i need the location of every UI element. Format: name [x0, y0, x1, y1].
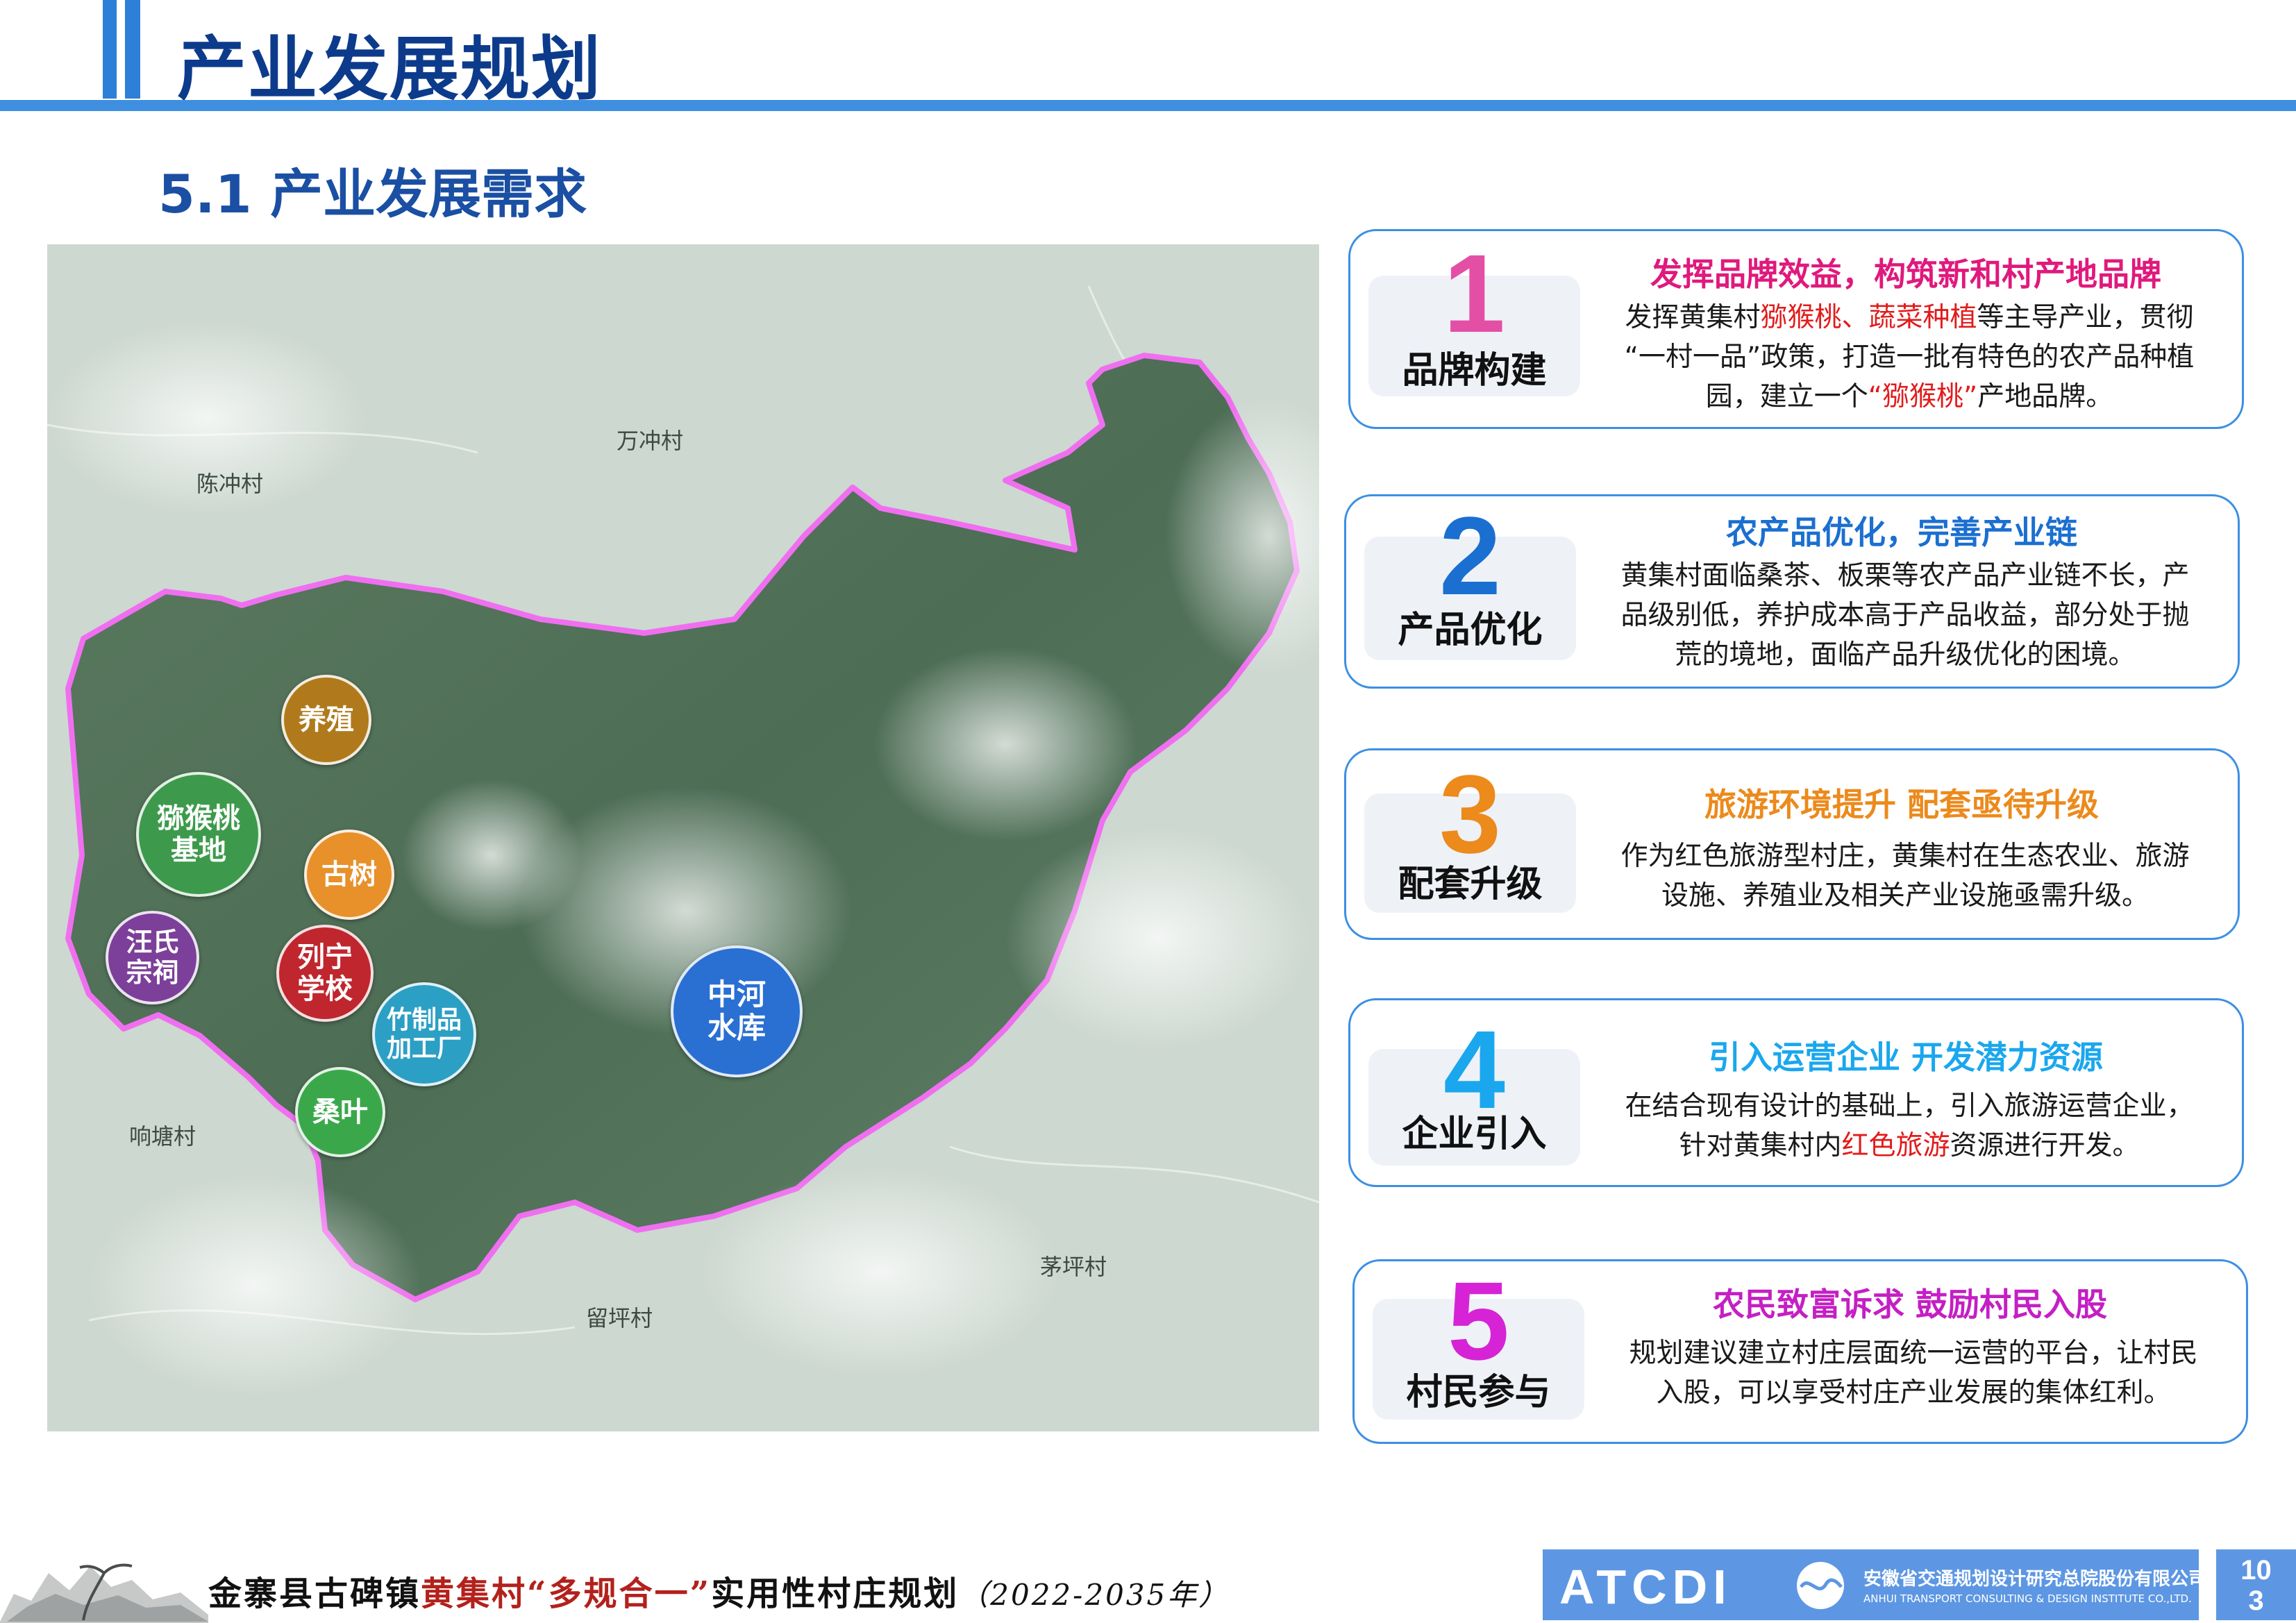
village-label-chenchong: 陈冲村	[196, 471, 264, 497]
card-title: 旅游环境提升 配套亟待升级	[1704, 786, 2099, 823]
poi-bamboo-factory[interactable]: 竹制品 加工厂	[372, 982, 476, 1086]
poi-gushu[interactable]: 古树	[304, 830, 394, 920]
card-title: 发挥品牌效益，构筑新和村产地品牌	[1650, 255, 2161, 293]
card-title: 引入运营企业 开发潜力资源	[1708, 1038, 2103, 1076]
poi-yangzhi[interactable]: 养殖	[281, 675, 371, 765]
card-body: 在结合现有设计的基础上，引入旅游运营企业， 针对黄集村内红色旅游资源进行开发。	[1625, 1091, 2194, 1161]
company-name-cn: 安徽省交通规划设计研究总院股份有限公司	[1863, 1569, 2207, 1590]
poi-sangye[interactable]: 桑叶	[295, 1067, 385, 1157]
poi-wang-ancestral-hall[interactable]: 汪氏 宗祠	[106, 911, 199, 1004]
footer-plan-title: 金寨县古碑镇黄集村“多规合一”实用性村庄规划（2022-2035年）	[208, 1574, 1230, 1613]
poi-kiwi-base[interactable]: 猕猴桃 基地	[136, 772, 261, 897]
card-title: 农民致富诉求 鼓励村民入股	[1712, 1286, 2107, 1323]
card-keyword: 企业引入	[1402, 1113, 1547, 1155]
company-name-en: ANHUI TRANSPORT CONSULTING & DESIGN INST…	[1863, 1592, 2192, 1605]
card-facility-upgrade: 3 配套升级 旅游环境提升 配套亟待升级 作为红色旅游型村庄，黄集村在生态农业、…	[1344, 748, 2240, 940]
card-title: 农产品优化，完善产业链	[1726, 514, 2077, 551]
village-label-wanchong: 万冲村	[617, 428, 684, 454]
header-accent-bar	[125, 0, 140, 99]
village-label-xiangtang: 响塘村	[129, 1123, 196, 1150]
card-keyword: 配套升级	[1398, 864, 1543, 905]
company-logo-banner: ATCDI 安徽省交通规划设计研究总院股份有限公司 ANHUI TRANSPOR…	[1543, 1549, 2206, 1620]
village-label-liuping: 留坪村	[586, 1305, 653, 1331]
header-divider	[0, 100, 2296, 111]
card-body: 规划建议建立村庄层面统一运营的平台，让村民 入股，可以享受村庄产业发展的集体红利…	[1629, 1338, 2198, 1408]
company-emblem-icon	[1797, 1562, 1844, 1609]
card-number: 1	[1443, 231, 1505, 355]
company-logo: ATCDI	[1559, 1560, 1732, 1614]
card-enterprise-introduction: 4 企业引入 引入运营企业 开发潜力资源 在结合现有设计的基础上，引入旅游运营企…	[1348, 998, 2244, 1187]
header-accent-bar	[103, 0, 117, 99]
poi-liening-school[interactable]: 列宁 学校	[276, 925, 374, 1022]
card-number: 2	[1439, 494, 1501, 618]
card-keyword: 村民参与	[1406, 1372, 1551, 1413]
card-keyword: 产品优化	[1398, 609, 1543, 651]
card-brand-building: 1 品牌构建 发挥品牌效益，构筑新和村产地品牌 发挥黄集村猕猴桃、蔬菜种植等主导…	[1348, 229, 2244, 429]
village-map: 陈冲村 万冲村 响塘村 留坪村 茅坪村 养殖 猕猴桃 基地 古树 汪氏 宗祠 列宁学…	[47, 244, 1319, 1431]
ink-landscape-decoration	[0, 1563, 208, 1623]
card-body: 作为红色旅游型村庄，黄集村在生态农业、旅游 设施、养殖业及相关产业设施亟需升级。	[1620, 841, 2190, 911]
card-villager-participation: 5 村民参与 农民致富诉求 鼓励村民入股 规划建议建立村庄层面统一运营的平台，让…	[1352, 1259, 2248, 1444]
section-title: 5.1 产业发展需求	[158, 163, 587, 225]
card-body: 发挥黄集村猕猴桃、蔬菜种植等主导产业，贯彻 “一村一品”政策，打造一批有特色的农…	[1624, 302, 2195, 412]
page-title: 产业发展规划	[177, 28, 602, 110]
page-number: 10 3	[2216, 1549, 2296, 1620]
card-number: 5	[1448, 1259, 1509, 1383]
village-label-maoping: 茅坪村	[1040, 1254, 1107, 1280]
card-body: 黄集村面临桑茶、板栗等农产品产业链不长，产 品级别低，养护成本高于产品收益，部分…	[1620, 560, 2190, 671]
poi-zhonghe-reservoir[interactable]: 中河 水库	[671, 945, 803, 1077]
card-keyword: 品牌构建	[1402, 350, 1547, 392]
card-product-optimization: 2 产品优化 农产品优化，完善产业链 黄集村面临桑茶、板栗等农产品产业链不长，产…	[1344, 494, 2240, 689]
card-number: 3	[1439, 752, 1501, 876]
